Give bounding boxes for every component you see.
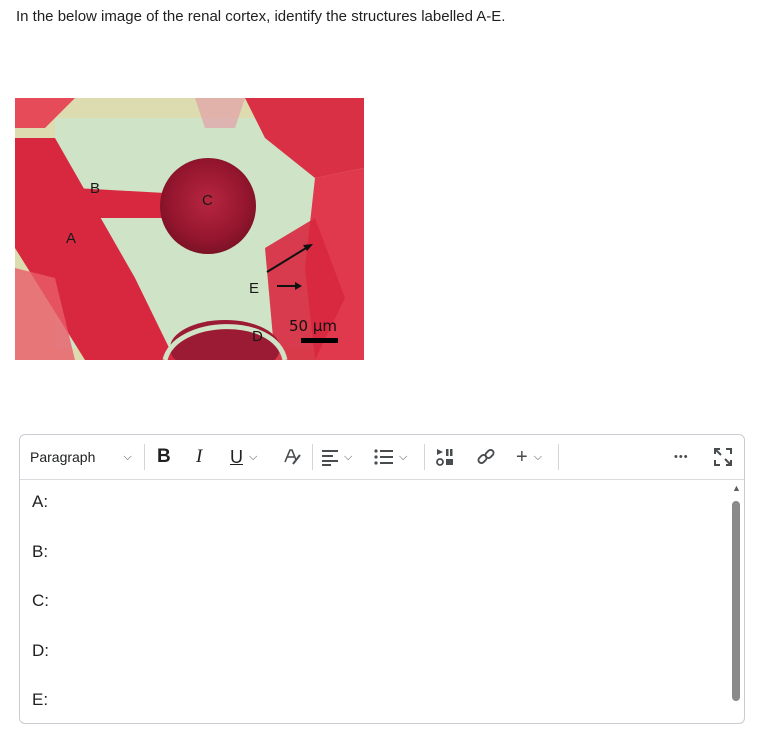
answer-line-c[interactable]: C: (32, 586, 714, 636)
answer-line-d[interactable]: D: (32, 636, 714, 686)
italic-button[interactable]: I (196, 435, 202, 479)
chevron-down-icon: ⌵ (123, 450, 132, 463)
editor-content[interactable]: A: B: C: D: E: (32, 487, 714, 723)
fullscreen-icon (714, 448, 732, 466)
chevron-down-icon: ⌵ (344, 450, 353, 463)
answer-line-b[interactable]: B: (32, 537, 714, 587)
link-icon (477, 449, 495, 464)
bold-button[interactable]: B (157, 435, 171, 479)
text-color-icon (284, 449, 301, 465)
label-c: C (202, 192, 213, 209)
answer-line-a[interactable]: A: (32, 487, 714, 537)
align-left-icon (322, 450, 338, 466)
toolbar-divider (424, 444, 425, 470)
media-icon (436, 449, 453, 466)
align-button[interactable]: ⌵ (320, 435, 352, 479)
chevron-down-icon: ⌵ (249, 450, 258, 463)
toolbar-divider (558, 444, 559, 470)
scale-bar-label: 50 µm (289, 317, 337, 335)
bulleted-list-icon (374, 449, 393, 465)
chevron-down-icon: ⌵ (399, 450, 408, 463)
list-button[interactable]: ⌵ (373, 435, 407, 479)
insert-media-button[interactable] (435, 435, 457, 479)
editor-scrollbar[interactable]: ▲ (731, 483, 741, 723)
insert-link-button[interactable] (476, 435, 496, 479)
more-options-button[interactable]: ••• (674, 435, 689, 479)
question-text: In the below image of the renal cortex, … (16, 8, 506, 25)
underline-button[interactable]: U ⌵ (230, 435, 257, 479)
toolbar-divider (144, 444, 145, 470)
editor-toolbar: Paragraph ⌵ B I U ⌵ ⌵ ⌵ + ⌵ ••• (20, 435, 744, 480)
plus-icon: + (516, 445, 528, 468)
answer-line-e[interactable]: E: (32, 685, 714, 735)
underline-label: U (230, 446, 243, 467)
font-color-button[interactable] (282, 435, 302, 479)
toolbar-divider (312, 444, 313, 470)
scale-bar (301, 338, 338, 343)
label-b: B (90, 180, 100, 197)
rich-text-editor: Paragraph ⌵ B I U ⌵ ⌵ ⌵ + ⌵ ••• A: B: C:… (19, 434, 745, 724)
label-e: E (249, 280, 259, 297)
paragraph-format-label: Paragraph (30, 449, 96, 465)
insert-more-button[interactable]: + ⌵ (516, 435, 542, 479)
label-a: A (66, 230, 76, 247)
scroll-thumb[interactable] (732, 501, 740, 701)
label-d: D (252, 328, 263, 345)
paragraph-format-select[interactable]: Paragraph ⌵ (30, 435, 140, 479)
chevron-down-icon: ⌵ (533, 450, 543, 463)
renal-cortex-micrograph: B C A E D 50 µm (15, 98, 364, 360)
fullscreen-button[interactable] (713, 435, 733, 479)
scroll-up-icon[interactable]: ▲ (732, 483, 741, 493)
